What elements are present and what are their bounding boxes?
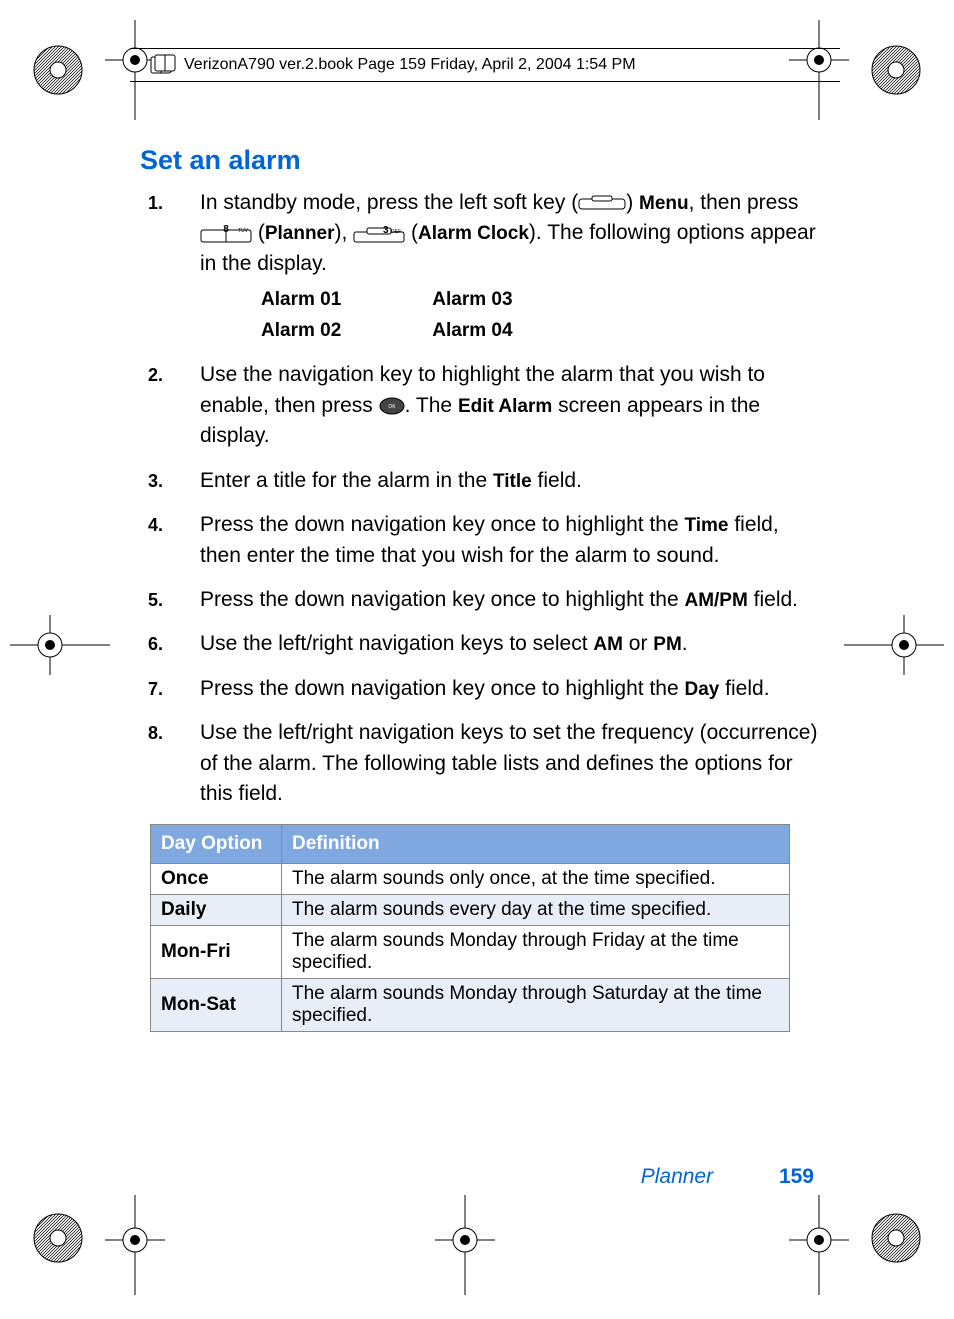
- key-3-icon: 3DEF: [353, 225, 405, 243]
- svg-text:DEF: DEF: [391, 229, 401, 235]
- book-icon: [150, 54, 176, 76]
- footer-page-number: 159: [779, 1165, 814, 1188]
- table-row: Mon-SatThe alarm sounds Monday through S…: [151, 978, 790, 1031]
- step-5: Press the down navigation key once to hi…: [140, 585, 820, 615]
- step-6: Use the left/right navigation keys to se…: [140, 629, 820, 659]
- svg-text:8: 8: [223, 225, 229, 235]
- page-footer: Planner 159: [641, 1165, 814, 1189]
- section-heading: Set an alarm: [140, 145, 820, 176]
- crop-mark-icon: [30, 1210, 86, 1266]
- crop-mark-icon: [868, 42, 924, 98]
- key-8-icon: 8 TUV: [200, 225, 252, 243]
- crop-mark-icon: [868, 1210, 924, 1266]
- day-options-table: Day Option Definition OnceThe alarm soun…: [150, 824, 790, 1032]
- svg-text:OK: OK: [388, 404, 396, 410]
- step-1: In standby mode, press the left soft key…: [140, 188, 820, 346]
- footer-section: Planner: [641, 1165, 713, 1188]
- step-3: Enter a title for the alarm in the Title…: [140, 466, 820, 496]
- step-4: Press the down navigation key once to hi…: [140, 510, 820, 571]
- table-header-definition: Definition: [282, 824, 790, 863]
- header-text: VerizonA790 ver.2.book Page 159 Friday, …: [184, 56, 636, 74]
- page-header: VerizonA790 ver.2.book Page 159 Friday, …: [130, 48, 840, 82]
- step-8: Use the left/right navigation keys to se…: [140, 718, 820, 809]
- table-row: DailyThe alarm sounds every day at the t…: [151, 894, 790, 925]
- register-mark-icon: [435, 1195, 495, 1295]
- table-header-option: Day Option: [151, 824, 282, 863]
- step-7: Press the down navigation key once to hi…: [140, 674, 820, 704]
- register-mark-icon: [789, 1195, 849, 1295]
- register-mark-icon: [10, 615, 110, 675]
- crop-mark-icon: [30, 42, 86, 98]
- register-mark-icon: [105, 1195, 165, 1295]
- svg-text:TUV: TUV: [238, 228, 249, 234]
- table-row: Mon-FriThe alarm sounds Monday through F…: [151, 925, 790, 978]
- svg-text:3: 3: [383, 225, 389, 236]
- step-2: Use the navigation key to highlight the …: [140, 360, 820, 451]
- softkey-icon: [578, 195, 626, 211]
- alarm-options-list: Alarm 01Alarm 03 Alarm 02Alarm 04: [260, 285, 820, 346]
- table-row: OnceThe alarm sounds only once, at the t…: [151, 863, 790, 894]
- register-mark-icon: [844, 615, 944, 675]
- ok-button-icon: OK: [379, 397, 405, 415]
